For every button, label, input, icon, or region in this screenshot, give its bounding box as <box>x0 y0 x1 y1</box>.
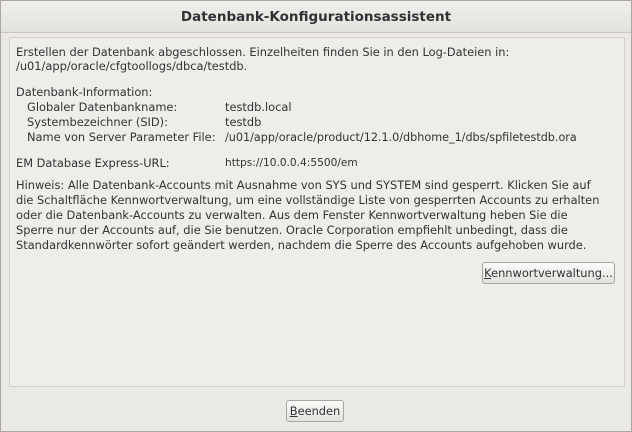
dialog-content: Erstellen der Datenbank abgeschlossen. E… <box>2 34 630 431</box>
password-mgmt-label-rest: ennwortverwaltung... <box>491 266 613 280</box>
sid-value: testdb <box>225 115 262 129</box>
finish-button[interactable]: Beenden <box>286 400 344 422</box>
info-panel: Erstellen der Datenbank abgeschlossen. E… <box>9 37 625 387</box>
hint-line: Sperre nur der Accounts auf, die Sie ben… <box>16 223 568 237</box>
hint-line: die Schaltfläche Kennwortverwaltung, um … <box>16 193 600 207</box>
hint-line: oder die Datenbank-Accounts zu verwalten… <box>16 208 568 222</box>
global-db-name-label: Globaler Datenbankname: <box>27 100 178 114</box>
completion-message: Erstellen der Datenbank abgeschlossen. E… <box>16 45 510 59</box>
spfile-label: Name von Server Parameter File: <box>27 130 216 144</box>
sid-label: Systembezeichner (SID): <box>27 115 168 129</box>
hint-line: Standardkennwörter sofort geändert werde… <box>16 238 587 252</box>
db-info-header: Datenbank-Information: <box>16 85 153 99</box>
spfile-value: /u01/app/oracle/product/12.1.0/dbhome_1/… <box>225 131 577 144</box>
password-management-button[interactable]: Kennwortverwaltung... <box>482 262 615 284</box>
em-url-value: https://10.0.0.4:5500/em <box>225 157 358 169</box>
finish-mnemonic: B <box>289 404 298 418</box>
log-path: /u01/app/oracle/cfgtoollogs/dbca/testdb. <box>16 59 248 73</box>
window-title: Datenbank-Konfigurationsassistent <box>180 9 452 25</box>
title-bar[interactable]: Datenbank-Konfigurationsassistent <box>1 1 631 33</box>
finish-label-rest: eenden <box>297 404 341 418</box>
locked-accounts-hint: Hinweis: Alle Datenbank-Accounts mit Aus… <box>16 178 620 253</box>
hint-line: Hinweis: Alle Datenbank-Accounts mit Aus… <box>16 178 591 192</box>
global-db-name-value: testdb.local <box>225 100 292 114</box>
em-url-label: EM Database Express-URL: <box>16 156 170 170</box>
dialog-window: Datenbank-Konfigurationsassistent Erstel… <box>0 0 632 432</box>
